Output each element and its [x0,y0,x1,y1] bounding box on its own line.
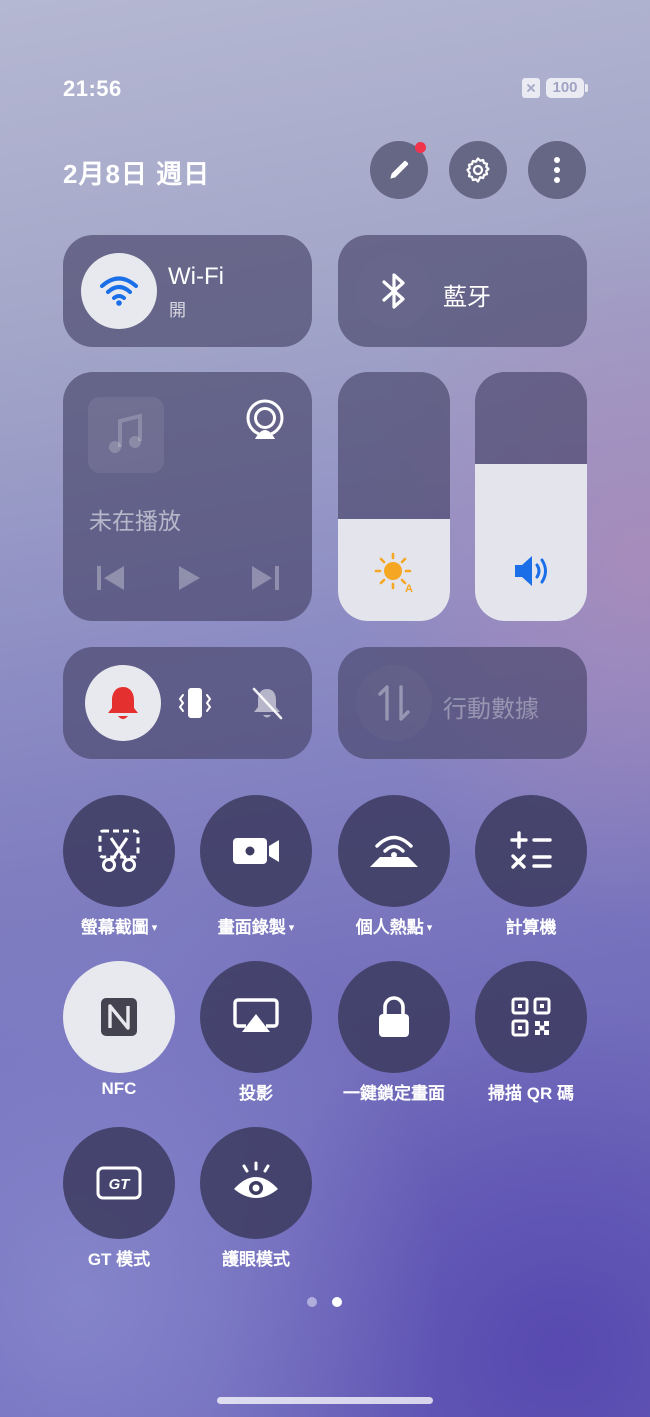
previous-track-icon[interactable] [96,564,126,592]
ring-mode-button[interactable] [85,665,161,741]
no-sim-icon [522,78,540,98]
music-note-icon [109,413,142,453]
eye-comfort-button[interactable] [200,1127,312,1239]
sound-mode-tile [63,647,312,759]
gear-icon [466,157,490,183]
bluetooth-icon [382,273,405,309]
brightness-slider[interactable]: A [338,372,450,621]
calculator-icon [510,831,552,869]
hotspot-button[interactable] [338,795,450,907]
calculator-label: 計算機 [505,918,557,937]
screenshot-scissors-icon [98,829,140,872]
auto-brightness-icon: A [374,552,413,594]
lock-icon [379,996,409,1037]
volume-slider[interactable] [475,372,587,621]
mobile-data-tile[interactable]: 行動數據 [338,647,587,759]
wifi-toggle[interactable] [81,253,157,329]
screen-record-label: 畫面錄製 ▾ [217,918,295,937]
mobile-data-label: 行動數據 [443,696,539,723]
vibrate-mode-icon[interactable] [177,685,213,721]
hotspot-label: 個人熱點 ▾ [355,918,433,937]
speaker-volume-icon [515,556,547,586]
gt-mode-icon: GT [96,1166,142,1200]
bluetooth-tile[interactable]: 藍牙 [338,235,587,347]
page-dot-1[interactable] [307,1297,317,1307]
notification-badge [415,142,426,153]
more-button[interactable] [528,141,586,199]
play-icon[interactable] [176,564,202,592]
lock-screen-button[interactable] [338,961,450,1073]
nfc-button[interactable] [63,961,175,1073]
bluetooth-toggle[interactable] [356,253,432,329]
gt-mode-label: GT 模式 [87,1250,151,1269]
bluetooth-label: 藍牙 [443,284,491,311]
nfc-icon [101,998,137,1036]
screen-record-icon [233,838,279,864]
silent-mode-icon[interactable] [249,685,285,721]
screenshot-button[interactable] [63,795,175,907]
hotspot-icon [370,835,418,867]
media-status: 未在播放 [89,508,181,534]
data-arrows-icon [378,685,410,721]
bell-icon [108,687,138,719]
wifi-icon [100,276,138,306]
svg-text:A: A [405,583,413,594]
screen-cast-icon [233,998,279,1032]
screen-record-button[interactable] [200,795,312,907]
screenshot-label: 螢幕截圖 ▾ [80,918,158,937]
mobile-data-toggle[interactable] [356,665,432,741]
nfc-label: NFC [101,1079,137,1098]
edit-button[interactable] [370,141,428,199]
screen-cast-button[interactable] [200,961,312,1073]
gt-mode-button[interactable]: GT [63,1127,175,1239]
qr-scan-icon [511,997,551,1037]
volume-level [475,464,587,621]
date-label: 2月8日 週日 [63,159,211,189]
status-icons: 100 [522,78,588,98]
settings-button[interactable] [449,141,507,199]
audio-output-icon[interactable] [244,398,286,442]
album-art-placeholder [88,397,164,473]
eye-comfort-icon [234,1161,278,1198]
screen-cast-label: 投影 [239,1084,273,1103]
page-dot-2-active[interactable] [332,1297,342,1307]
media-player-tile[interactable]: 未在播放 [63,372,312,621]
calculator-button[interactable] [475,795,587,907]
lock-screen-label: 一鍵鎖定畫面 [343,1084,445,1103]
eye-comfort-label: 護眼模式 [222,1250,290,1269]
next-track-icon[interactable] [250,564,280,592]
gt-icon-text: GT [109,1176,132,1193]
wifi-status: 開 [169,301,186,320]
status-time: 21:56 [63,76,122,101]
wifi-label: Wi-Fi [168,263,224,290]
battery-indicator: 100 [546,78,588,98]
wifi-tile[interactable]: Wi-Fi 開 [63,235,312,347]
qr-scan-label: 掃描 QR 碼 [488,1084,574,1103]
pencil-icon [390,160,409,179]
more-vertical-icon [554,157,560,183]
home-indicator[interactable] [217,1397,433,1404]
qr-scan-button[interactable] [475,961,587,1073]
